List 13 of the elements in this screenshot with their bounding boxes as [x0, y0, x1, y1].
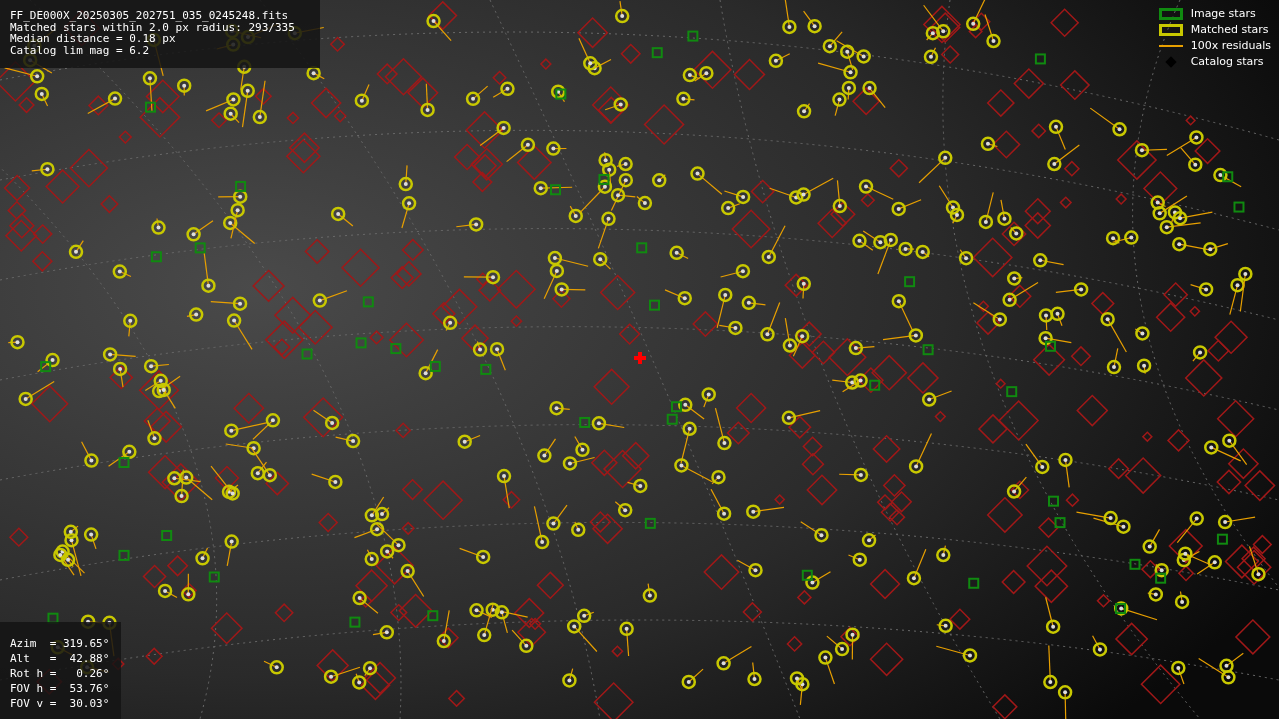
pointing-text: Alt = 42.88° [10, 651, 111, 666]
legend-label: 100x residuals [1190, 39, 1271, 52]
info-text: Median distance = 0.18 px [10, 33, 176, 45]
info-text: Matched stars within 2.0 px radius: 293/335 [10, 21, 296, 33]
legend-label: Catalog stars [1190, 55, 1264, 68]
pointing-text: FOV h = 53.76° [10, 681, 111, 696]
pointing-text: Azim = 319.65° [10, 636, 111, 651]
info-text: Catalog lim mag = 6.2 [10, 44, 151, 56]
pointing-text: Rot h = 0.26° [10, 666, 111, 681]
legend-label: Matched stars [1190, 23, 1269, 36]
legend-label: Image stars [1190, 7, 1256, 20]
pointing-text: FOV v = 30.03° [10, 696, 111, 711]
info-text: FF_DE000X_20250305_202751_035_0245248.fits [10, 10, 290, 22]
